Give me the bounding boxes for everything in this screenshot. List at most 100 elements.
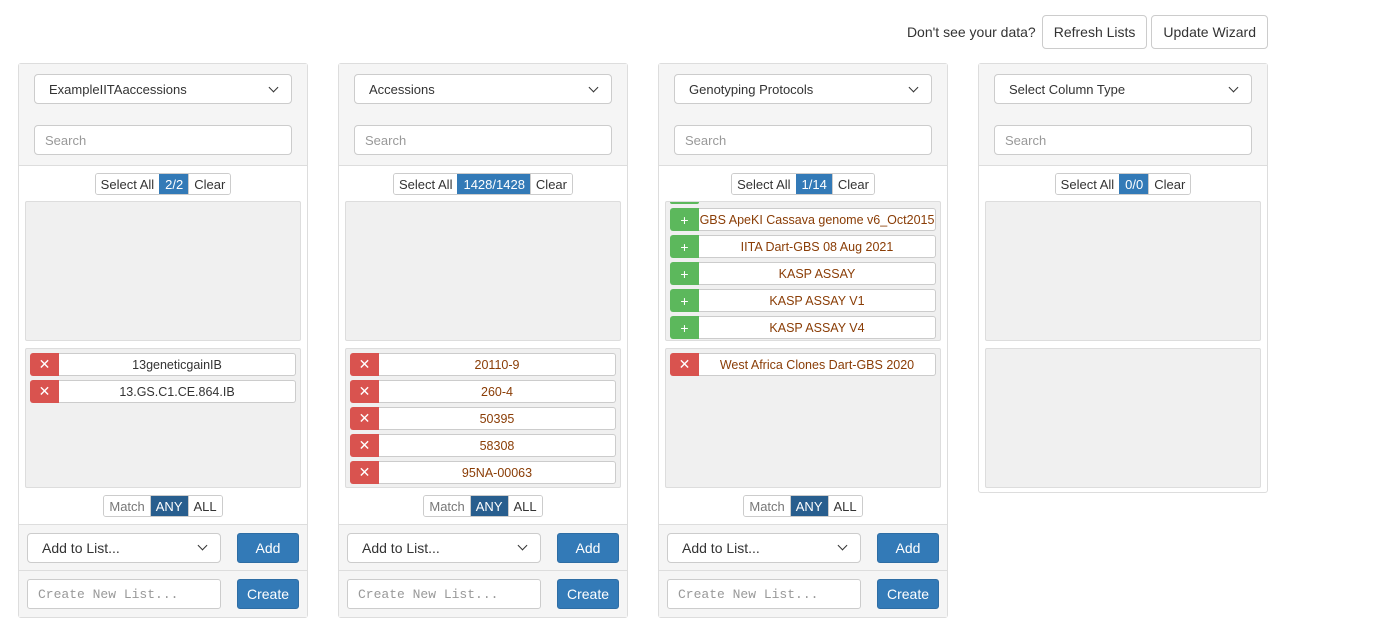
new-list-input[interactable]: Create New List... bbox=[667, 579, 861, 609]
select-all-group: Select All 2/2 Clear bbox=[94, 173, 232, 195]
select-all-button[interactable]: Select All bbox=[1055, 174, 1120, 194]
match-all-button[interactable]: ALL bbox=[187, 496, 222, 516]
wizard-column-2: Accessions Search Select All 1428/1428 C… bbox=[338, 63, 628, 618]
chevron-down-icon bbox=[517, 540, 528, 551]
selected-item: ✕ 13geneticgainIB bbox=[30, 353, 296, 376]
match-any-button[interactable]: ANY bbox=[789, 496, 828, 516]
select-all-button[interactable]: Select All bbox=[393, 174, 458, 194]
chevron-down-icon bbox=[1228, 82, 1239, 92]
missing-data-prompt: Don't see your data? bbox=[906, 24, 1036, 40]
close-icon[interactable]: ✕ bbox=[350, 380, 379, 403]
close-icon[interactable]: ✕ bbox=[350, 407, 379, 430]
select-all-group: Select All 1/14 Clear bbox=[731, 173, 875, 195]
selected-items-list[interactable]: ✕ West Africa Clones Dart-GBS 2020 bbox=[665, 348, 941, 488]
add-button[interactable]: Add bbox=[877, 532, 939, 563]
match-all-button[interactable]: ALL bbox=[507, 496, 542, 516]
search-input[interactable]: Search bbox=[34, 125, 292, 155]
item-label: KASP ASSAY V4 bbox=[699, 316, 936, 339]
available-items-list[interactable]: + GBS ApeKI Cassava genome v6_Oct2015 + II… bbox=[665, 201, 941, 341]
search-input[interactable]: Search bbox=[994, 125, 1252, 155]
search-input[interactable]: Search bbox=[674, 125, 932, 155]
match-toggle: Match ANY ALL bbox=[743, 495, 863, 517]
create-button[interactable]: Create bbox=[237, 579, 299, 609]
plus-icon[interactable]: + bbox=[670, 235, 699, 258]
column-type-select[interactable]: ExampleIITAaccessions bbox=[34, 74, 292, 104]
wizard-column-1: ExampleIITAaccessions Search Select All … bbox=[18, 63, 308, 618]
create-button[interactable]: Create bbox=[557, 579, 619, 609]
match-label: Match bbox=[104, 496, 150, 516]
add-to-list-select[interactable]: Add to List... bbox=[347, 532, 541, 563]
chevron-down-icon bbox=[268, 82, 279, 92]
item-label: 95NA-00063 bbox=[379, 461, 616, 484]
match-toggle: Match ANY ALL bbox=[103, 495, 223, 517]
add-button[interactable]: Add bbox=[557, 532, 619, 563]
update-wizard-button[interactable]: Update Wizard bbox=[1151, 15, 1268, 49]
selected-items-list[interactable]: ✕ 13geneticgainIB ✕ 13.GS.C1.CE.864.IB bbox=[25, 348, 301, 488]
available-item: + IITA Dart-GBS 08 Aug 2021 bbox=[670, 235, 936, 258]
column-type-select[interactable]: Accessions bbox=[354, 74, 612, 104]
column-type-select[interactable]: Select Column Type bbox=[994, 74, 1252, 104]
item-label: 13.GS.C1.CE.864.IB bbox=[59, 380, 296, 403]
match-label: Match bbox=[424, 496, 470, 516]
clear-button[interactable]: Clear bbox=[529, 174, 572, 194]
plus-icon[interactable]: + bbox=[670, 316, 699, 339]
match-any-button[interactable]: ANY bbox=[149, 496, 188, 516]
chevron-down-icon bbox=[908, 82, 919, 92]
select-all-button[interactable]: Select All bbox=[732, 174, 796, 194]
select-all-group: Select All 1428/1428 Clear bbox=[392, 173, 573, 195]
selection-count-badge: 1428/1428 bbox=[457, 174, 530, 194]
clear-button[interactable]: Clear bbox=[1148, 174, 1191, 194]
item-label: KASP ASSAY bbox=[699, 262, 936, 285]
available-item: + GBS ApeKI Cassava genome v6_Oct2015 bbox=[670, 208, 936, 231]
plus-icon[interactable]: + bbox=[670, 262, 699, 285]
search-input[interactable]: Search bbox=[354, 125, 612, 155]
chevron-down-icon bbox=[837, 540, 848, 551]
selected-item: ✕ 20110-9 bbox=[350, 353, 616, 376]
close-icon[interactable]: ✕ bbox=[350, 434, 379, 457]
wizard-column-3: Genotyping Protocols Search Select All 1… bbox=[658, 63, 948, 618]
close-icon[interactable]: ✕ bbox=[30, 353, 59, 376]
selected-item: ✕ 13.GS.C1.CE.864.IB bbox=[30, 380, 296, 403]
close-icon[interactable]: ✕ bbox=[350, 461, 379, 484]
match-any-button[interactable]: ANY bbox=[469, 496, 508, 516]
plus-icon[interactable]: + bbox=[670, 289, 699, 312]
available-item: + KASP ASSAY V1 bbox=[670, 289, 936, 312]
add-button[interactable]: Add bbox=[237, 532, 299, 563]
select-all-group: Select All 0/0 Clear bbox=[1054, 173, 1192, 195]
new-list-input[interactable]: Create New List... bbox=[347, 579, 541, 609]
selected-items-list[interactable]: ✕ 20110-9 ✕ 260-4 ✕ 50395 ✕ 58308 ✕ 95NA-0006… bbox=[345, 348, 621, 488]
clear-button[interactable]: Clear bbox=[188, 174, 231, 194]
add-to-list-select[interactable]: Add to List... bbox=[667, 532, 861, 563]
chevron-down-icon bbox=[588, 82, 599, 92]
item-label: 50395 bbox=[379, 407, 616, 430]
new-list-input[interactable]: Create New List... bbox=[27, 579, 221, 609]
column-type-select[interactable]: Genotyping Protocols bbox=[674, 74, 932, 104]
item-label: 58308 bbox=[379, 434, 616, 457]
selected-items-list[interactable] bbox=[985, 348, 1261, 488]
item-label: 20110-9 bbox=[379, 353, 616, 376]
plus-icon[interactable]: + bbox=[670, 208, 699, 231]
close-icon[interactable]: ✕ bbox=[670, 353, 699, 376]
available-items-list[interactable] bbox=[985, 201, 1261, 341]
clear-button[interactable]: Clear bbox=[831, 174, 874, 194]
create-button[interactable]: Create bbox=[877, 579, 939, 609]
selected-item: ✕ West Africa Clones Dart-GBS 2020 bbox=[670, 353, 936, 376]
selection-count-badge: 2/2 bbox=[159, 174, 189, 194]
item-label: 260-4 bbox=[379, 380, 616, 403]
top-toolbar: Don't see your data? Refresh Lists Updat… bbox=[907, 15, 1268, 49]
item-label: IITA Dart-GBS 08 Aug 2021 bbox=[699, 235, 936, 258]
add-to-list-select[interactable]: Add to List... bbox=[27, 532, 221, 563]
available-items-list[interactable] bbox=[25, 201, 301, 341]
close-icon[interactable]: ✕ bbox=[350, 353, 379, 376]
match-toggle: Match ANY ALL bbox=[423, 495, 543, 517]
selected-item: ✕ 58308 bbox=[350, 434, 616, 457]
available-items-list[interactable] bbox=[345, 201, 621, 341]
close-icon[interactable]: ✕ bbox=[30, 380, 59, 403]
refresh-lists-button[interactable]: Refresh Lists bbox=[1041, 15, 1148, 49]
select-all-button[interactable]: Select All bbox=[95, 174, 160, 194]
selection-count-badge: 1/14 bbox=[795, 174, 832, 194]
match-all-button[interactable]: ALL bbox=[827, 496, 862, 516]
item-label: KASP ASSAY V1 bbox=[699, 289, 936, 312]
partial-item-edge bbox=[670, 202, 699, 204]
selected-item: ✕ 260-4 bbox=[350, 380, 616, 403]
